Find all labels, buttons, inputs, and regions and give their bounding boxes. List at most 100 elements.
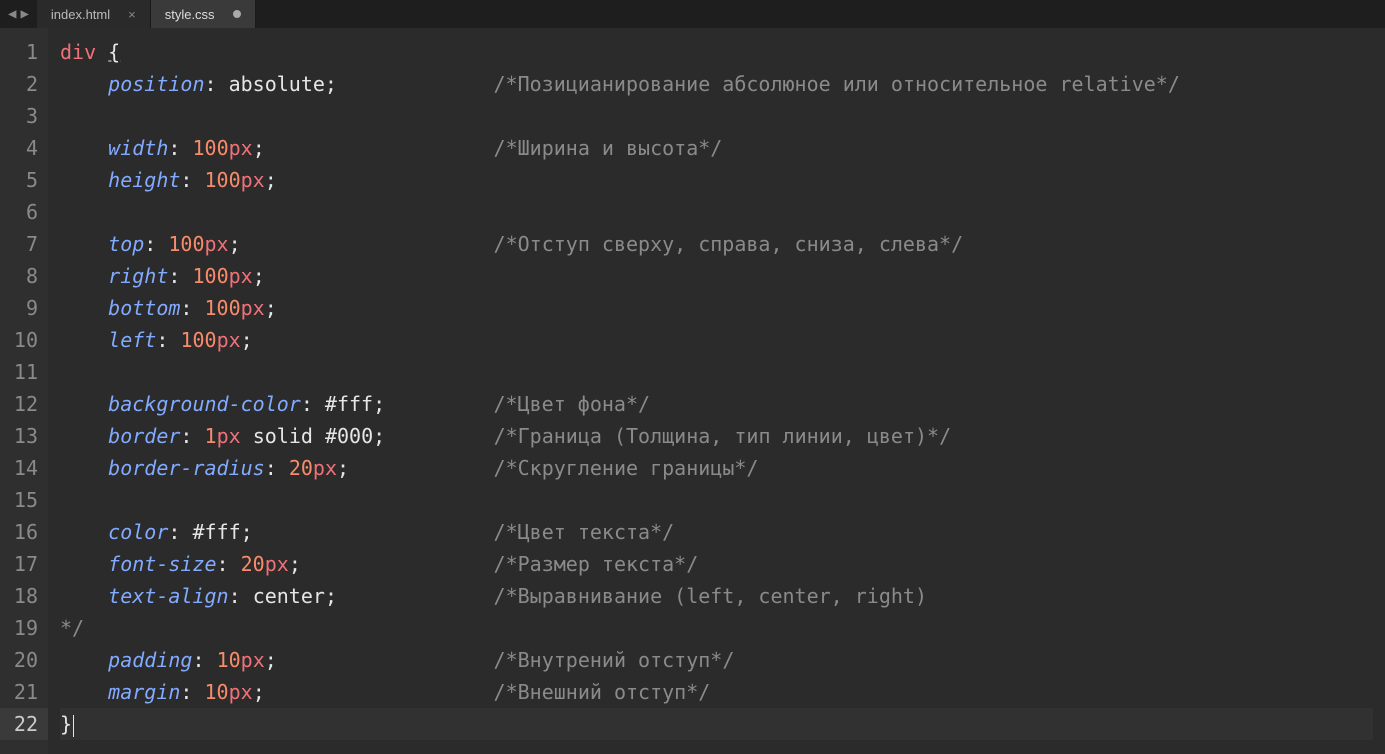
dirty-dot-icon bbox=[233, 10, 241, 18]
comment: /*Ширина и высота*/ bbox=[494, 136, 723, 160]
code-area[interactable]: div { position: absolute; /*Позицианиров… bbox=[48, 28, 1385, 754]
semicolon: ; bbox=[325, 584, 337, 608]
semicolon: ; bbox=[253, 136, 265, 160]
nav-back-icon[interactable]: ◀ bbox=[8, 6, 16, 22]
colon: : bbox=[168, 264, 180, 288]
css-property: position bbox=[108, 72, 204, 96]
unit: px bbox=[229, 136, 253, 160]
colon: : bbox=[180, 424, 192, 448]
line-number: 6 bbox=[0, 196, 38, 228]
value: center bbox=[253, 584, 325, 608]
comment: /*Выравнивание (left, center, right) bbox=[494, 584, 927, 608]
line-number: 18 bbox=[0, 580, 38, 612]
css-property: color bbox=[108, 520, 168, 544]
colon: : bbox=[180, 296, 192, 320]
css-property: padding bbox=[108, 648, 192, 672]
number: 100 bbox=[192, 264, 228, 288]
number: 100 bbox=[205, 168, 241, 192]
comment: /*Внутрений отступ*/ bbox=[494, 648, 735, 672]
line-number: 2 bbox=[0, 68, 38, 100]
line-number: 21 bbox=[0, 676, 38, 708]
line-number: 9 bbox=[0, 292, 38, 324]
tab-label: style.css bbox=[165, 7, 215, 22]
css-property: margin bbox=[108, 680, 180, 704]
semicolon: ; bbox=[241, 520, 253, 544]
number: 100 bbox=[205, 296, 241, 320]
comment: /*Цвет текста*/ bbox=[494, 520, 675, 544]
css-property: height bbox=[108, 168, 180, 192]
line-number: 16 bbox=[0, 516, 38, 548]
css-property: left bbox=[108, 328, 156, 352]
line-number-gutter: 12345678910111213141516171819202122 bbox=[0, 28, 48, 754]
comment: /*Позицианирование абсолюное или относит… bbox=[494, 72, 1180, 96]
line-number: 11 bbox=[0, 356, 38, 388]
unit: px bbox=[241, 168, 265, 192]
comment: /*Размер текста*/ bbox=[494, 552, 699, 576]
css-property: right bbox=[108, 264, 168, 288]
brace-close: } bbox=[60, 712, 72, 736]
tab-style-css[interactable]: style.css bbox=[151, 0, 256, 28]
nav-forward-icon[interactable]: ▶ bbox=[20, 6, 28, 22]
line-number: 19 bbox=[0, 612, 38, 644]
value: #fff bbox=[325, 392, 373, 416]
semicolon: ; bbox=[229, 232, 241, 256]
line-number: 1 bbox=[0, 36, 38, 68]
value: #fff bbox=[192, 520, 240, 544]
close-icon[interactable]: × bbox=[128, 7, 136, 22]
semicolon: ; bbox=[325, 72, 337, 96]
unit: px bbox=[217, 328, 241, 352]
tab-index-html[interactable]: index.html × bbox=[37, 0, 151, 28]
colon: : bbox=[168, 136, 180, 160]
hex-color: #000 bbox=[325, 424, 373, 448]
colon: : bbox=[180, 168, 192, 192]
css-property: width bbox=[108, 136, 168, 160]
semicolon: ; bbox=[253, 680, 265, 704]
unit: px bbox=[313, 456, 337, 480]
tab-bar: index.html × style.css bbox=[37, 0, 256, 28]
css-property: border-radius bbox=[108, 456, 265, 480]
number: 10 bbox=[217, 648, 241, 672]
line-number: 3 bbox=[0, 100, 38, 132]
line-number: 10 bbox=[0, 324, 38, 356]
text-cursor bbox=[73, 715, 74, 737]
number: 100 bbox=[180, 328, 216, 352]
number: 100 bbox=[168, 232, 204, 256]
colon: : bbox=[192, 648, 204, 672]
line-number: 15 bbox=[0, 484, 38, 516]
line-number: 22 bbox=[0, 708, 48, 740]
semicolon: ; bbox=[265, 168, 277, 192]
colon: : bbox=[180, 680, 192, 704]
colon: : bbox=[229, 584, 241, 608]
number: 20 bbox=[289, 456, 313, 480]
unit: px bbox=[217, 424, 241, 448]
semicolon: ; bbox=[337, 456, 349, 480]
css-property: top bbox=[108, 232, 144, 256]
comment: /*Скругление границы*/ bbox=[494, 456, 759, 480]
comment: /*Граница (Толщина, тип линии, цвет)*/ bbox=[494, 424, 952, 448]
css-property: border bbox=[108, 424, 180, 448]
tab-label: index.html bbox=[51, 7, 110, 22]
unit: px bbox=[241, 648, 265, 672]
line-number: 8 bbox=[0, 260, 38, 292]
window-top-bar: ◀ ▶ index.html × style.css bbox=[0, 0, 1385, 28]
css-property: font-size bbox=[108, 552, 216, 576]
comment: /*Внешний отступ*/ bbox=[494, 680, 711, 704]
semicolon: ; bbox=[253, 264, 265, 288]
semicolon: ; bbox=[265, 296, 277, 320]
editor: 12345678910111213141516171819202122 div … bbox=[0, 28, 1385, 754]
line-number: 17 bbox=[0, 548, 38, 580]
colon: : bbox=[156, 328, 168, 352]
colon: : bbox=[205, 72, 217, 96]
unit: px bbox=[229, 680, 253, 704]
semicolon: ; bbox=[265, 648, 277, 672]
unit: px bbox=[265, 552, 289, 576]
semicolon: ; bbox=[241, 328, 253, 352]
line-number: 5 bbox=[0, 164, 38, 196]
number: 1 bbox=[205, 424, 217, 448]
line-number: 12 bbox=[0, 388, 38, 420]
number: 20 bbox=[241, 552, 265, 576]
number: 10 bbox=[205, 680, 229, 704]
comment: /*Отступ сверху, справа, сниза, слева*/ bbox=[494, 232, 964, 256]
comment: */ bbox=[60, 616, 84, 640]
line-number: 20 bbox=[0, 644, 38, 676]
